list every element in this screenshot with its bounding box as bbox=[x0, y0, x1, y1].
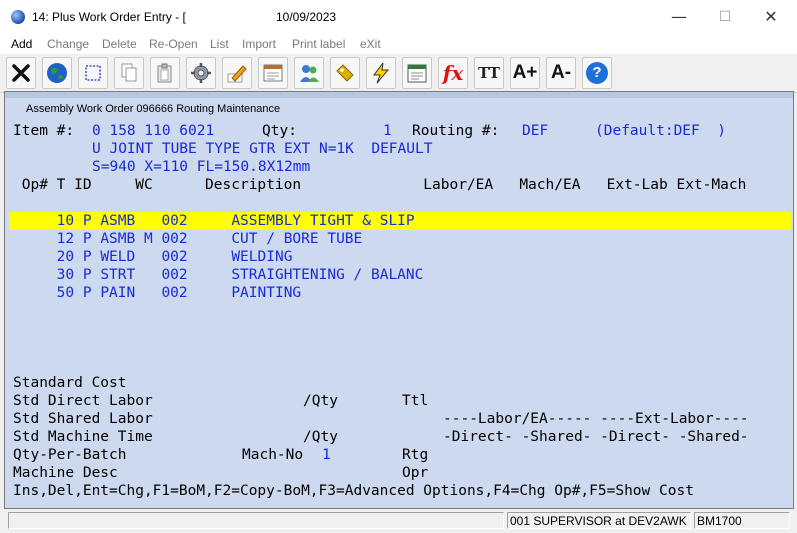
status-message bbox=[8, 512, 504, 529]
menu-reopen[interactable]: Re-Open bbox=[149, 37, 198, 51]
menu-delete[interactable]: Delete bbox=[102, 37, 137, 51]
maximize-button[interactable]: ☐ bbox=[702, 3, 748, 31]
app-globe-icon bbox=[11, 10, 25, 24]
ttl-label: Ttl bbox=[402, 393, 429, 409]
lightning-icon[interactable] bbox=[366, 57, 396, 89]
tag-icon[interactable] bbox=[330, 57, 360, 89]
routing-panel: Assembly Work Order 096666 Routing Maint… bbox=[4, 91, 794, 509]
mach-no-label: Mach-No bbox=[242, 447, 304, 463]
function-fx-icon[interactable]: fx bbox=[438, 57, 468, 89]
rtg-label: Rtg bbox=[402, 447, 429, 463]
help-icon[interactable]: ? bbox=[582, 57, 612, 89]
routing-label: Routing #: bbox=[412, 123, 500, 139]
menu-change[interactable]: Change bbox=[47, 37, 89, 51]
minimize-button[interactable]: — bbox=[656, 3, 702, 31]
select-box-icon[interactable] bbox=[78, 57, 108, 89]
copy-icon[interactable] bbox=[114, 57, 144, 89]
status-code: BM1700 bbox=[694, 512, 790, 529]
a-minus-label: A- bbox=[550, 62, 572, 83]
status-user: 001 SUPERVISOR at DEV2AWK bbox=[507, 512, 691, 529]
users-icon[interactable] bbox=[294, 57, 324, 89]
a-plus-label: A+ bbox=[512, 62, 538, 83]
op-type: P bbox=[82, 285, 92, 301]
routing-value[interactable]: DEF bbox=[522, 122, 548, 140]
font-decrease-icon[interactable]: A- bbox=[546, 57, 576, 89]
toolbar: fx TT A+ A- ? bbox=[0, 54, 797, 93]
tt-label: TT bbox=[478, 64, 500, 82]
op-description: PAINTING bbox=[231, 285, 302, 301]
form-icon[interactable] bbox=[258, 57, 288, 89]
item-number[interactable]: 0 158 110 6021 bbox=[92, 122, 214, 140]
item-label: Item #: bbox=[13, 123, 75, 139]
table-row[interactable]: 50 P PAIN 002 PAINTING bbox=[13, 266, 302, 320]
op-wc: 002 bbox=[161, 285, 188, 301]
status-bar: 001 SUPERVISOR at DEV2AWK BM1700 bbox=[0, 510, 797, 533]
item-description-2: S=940 X=110 FL=150.8X12mm bbox=[92, 159, 311, 175]
std-machine-time-label: Std Machine Time bbox=[13, 429, 153, 445]
menu-print-label[interactable]: Print label bbox=[292, 37, 345, 51]
labor-ea-header: ----Labor/EA----- ----Ext-Labor---- bbox=[443, 411, 749, 427]
help-label: ? bbox=[586, 62, 608, 84]
menu-add[interactable]: Add bbox=[11, 37, 32, 51]
qty-value[interactable]: 1 bbox=[383, 122, 392, 140]
menu-import[interactable]: Import bbox=[242, 37, 276, 51]
menu-list[interactable]: List bbox=[210, 37, 229, 51]
paste-icon[interactable] bbox=[150, 57, 180, 89]
fx-label: fx bbox=[442, 61, 464, 85]
globe-icon[interactable] bbox=[42, 57, 72, 89]
menu-bar: Add Change Delete Re-Open List Import Pr… bbox=[0, 34, 797, 54]
calendar-icon[interactable] bbox=[402, 57, 432, 89]
panel-title: Assembly Work Order 096666 Routing Maint… bbox=[26, 103, 281, 115]
font-increase-icon[interactable]: A+ bbox=[510, 57, 540, 89]
std-shared-labor-label: Std Shared Labor bbox=[13, 411, 153, 427]
mach-no-value[interactable]: 1 bbox=[322, 446, 331, 464]
window-date: 10/09/2023 bbox=[276, 10, 337, 24]
edit-pencil-icon[interactable] bbox=[222, 57, 252, 89]
settings-gear-icon[interactable] bbox=[186, 57, 216, 89]
font-size-icon[interactable]: TT bbox=[474, 57, 504, 89]
op-number: 50 bbox=[47, 285, 75, 301]
close-x-icon[interactable] bbox=[6, 57, 36, 89]
item-description-1: U JOINT TUBE TYPE GTR EXT N=1K DEFAULT bbox=[92, 141, 433, 157]
function-key-help: Ins,Del,Ent=Chg,F1=BoM,F2=Copy-BoM,F3=Ad… bbox=[13, 483, 694, 499]
qty-label: Qty: bbox=[262, 123, 297, 139]
title-bar: 14: Plus Work Order Entry - [ 10/09/2023… bbox=[0, 0, 797, 35]
panel-top-strip bbox=[5, 92, 793, 98]
standard-cost-heading: Standard Cost bbox=[13, 375, 127, 391]
opr-label: Opr bbox=[402, 465, 429, 481]
qty-per-batch-label: Qty-Per-Batch bbox=[13, 447, 127, 463]
per-qty-label: /Qty bbox=[303, 393, 338, 409]
machine-desc-label: Machine Desc bbox=[13, 465, 118, 481]
ops-table-header: Op# T ID WC Description Labor/EA Mach/EA… bbox=[13, 177, 747, 193]
close-button[interactable]: ✕ bbox=[748, 3, 794, 31]
direct-shared-header: -Direct- -Shared- -Direct- -Shared- bbox=[443, 429, 749, 445]
op-id: PAIN bbox=[100, 285, 153, 301]
window-title: 14: Plus Work Order Entry - [ bbox=[32, 10, 186, 24]
routing-default: (Default:DEF ) bbox=[595, 123, 726, 139]
per-qty-label: /Qty bbox=[303, 429, 338, 445]
menu-exit[interactable]: eXit bbox=[360, 37, 381, 51]
std-direct-labor-label: Std Direct Labor bbox=[13, 393, 153, 409]
